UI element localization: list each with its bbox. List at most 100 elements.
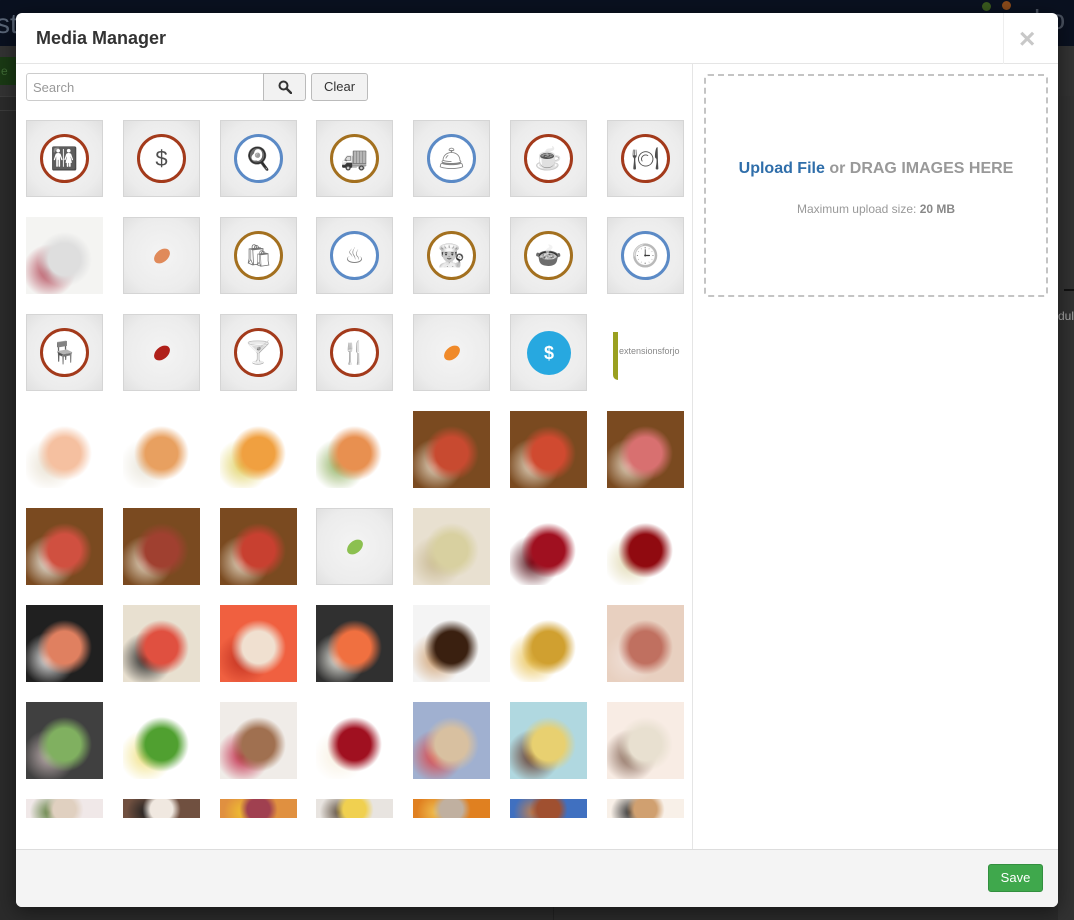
media-item-sushi-roll-photo-1[interactable] [26,411,103,488]
media-item-partial-photo-4[interactable] [316,799,393,818]
icon-glyph: ♨ [344,242,365,268]
media-item-chair-icon[interactable]: 🪑 [26,314,103,391]
icon-glyph: ☕ [534,145,563,171]
media-item-peanut-icon[interactable] [123,217,200,294]
max-upload-size: Maximum upload size: 20 MB [706,202,1046,216]
cocktail-icon: 🍸 [234,328,283,377]
delivery-truck-icon: 🚚 [330,134,379,183]
media-item-partial-photo-2[interactable] [123,799,200,818]
media-item-pizza-photo-2[interactable] [510,411,587,488]
modal-footer: Save [16,849,1058,907]
peanut-icon [124,218,199,293]
media-item-meat-roll-photo[interactable] [607,605,684,682]
search-input[interactable] [26,73,264,101]
chef-hat-icon: 👨‍🍳 [427,231,476,280]
media-item-napoleon-cake-photo[interactable] [413,702,490,779]
media-item-chocolate-cake-photo[interactable] [413,605,490,682]
media-item-pizza-photo-6[interactable] [220,508,297,585]
media-item-pizza-photo-4[interactable] [26,508,103,585]
icon-glyph: 🛎 [437,145,466,171]
media-item-menu-fork-photo[interactable] [26,217,103,294]
media-item-sushi-roll-photo-4[interactable] [316,411,393,488]
media-item-partial-photo-1[interactable] [26,799,103,818]
media-item-raspberry-tart-photo[interactable] [220,702,297,779]
media-item-soup-bowl-icon[interactable]: 🍲 [510,217,587,294]
media-item-sushi-platter-photo-2[interactable] [123,605,200,682]
media-item-delivery-truck-icon[interactable]: 🚚 [316,120,393,197]
media-item-takeaway-bag-icon[interactable]: 🛍 [220,217,297,294]
drag-images-text: or DRAG IMAGES HERE [824,160,1014,177]
icon-glyph: 🚻 [50,145,79,171]
invoice-dollar-icon: $ [527,331,571,375]
payment-icon: $ [137,134,186,183]
media-item-sushi-platter-photo-3[interactable] [220,605,297,682]
media-item-pizza-photo-1[interactable] [413,411,490,488]
background-divider [1064,289,1074,291]
media-item-chef-hat-icon[interactable]: 👨‍🍳 [413,217,490,294]
kitchen-tools-icon: 🍳 [234,134,283,183]
media-item-sushi-platter-photo-4[interactable] [316,605,393,682]
media-item-partial-photo-7[interactable] [607,799,684,818]
icon-glyph: 🕒 [631,242,660,268]
media-item-service-bell-icon[interactable]: 🛎 [413,120,490,197]
icon-glyph: 🍴 [340,339,369,365]
media-item-sushi-roll-photo-3[interactable] [220,411,297,488]
media-item-partial-photo-6[interactable] [510,799,587,818]
media-item-partial-photo-3[interactable] [220,799,297,818]
media-item-food-cloche-icon[interactable]: 🍽 [607,120,684,197]
close-button-wrap: × [1003,13,1058,64]
media-item-coffee-cup-icon[interactable]: ☕ [510,120,587,197]
dropzone-title: Upload File or DRAG IMAGES HERE [706,160,1046,178]
logo-text: extensionsforjo [619,346,680,356]
media-item-white-wine-photo[interactable] [413,508,490,585]
modal-body: Clear 🚻$🍳🚚🛎☕🍽🛍♨👨‍🍳🍲🕒🪑🍸🍴$extensionsforjo … [16,64,1058,849]
media-item-payment-icon[interactable]: $ [123,120,200,197]
media-item-restroom-icon[interactable]: 🚻 [26,120,103,197]
media-item-sushi-platter-photo-1[interactable] [26,605,103,682]
media-item-leaf-icon[interactable] [316,508,393,585]
takeaway-bag-icon: 🛍 [234,231,283,280]
media-item-wine-glasses-photo[interactable] [607,508,684,585]
media-item-hot-dish-icon[interactable]: ♨ [316,217,393,294]
media-item-red-wine-photo[interactable] [510,508,587,585]
save-button[interactable]: Save [988,864,1043,892]
media-item-kitchen-tools-icon[interactable]: 🍳 [220,120,297,197]
modal-title: Media Manager [36,28,167,48]
media-item-extensionsforjoomla-logo[interactable]: extensionsforjo [607,314,684,391]
clock-icon: 🕒 [621,231,670,280]
upload-dropzone[interactable]: Upload File or DRAG IMAGES HERE Maximum … [704,74,1048,297]
media-item-partial-photo-5[interactable] [413,799,490,818]
clear-button[interactable]: Clear [311,73,368,101]
icon-glyph: 👨‍🍳 [437,242,466,268]
media-item-invoice-dollar-icon[interactable]: $ [510,314,587,391]
upload-file-link[interactable]: Upload File [739,160,825,177]
icon-glyph: 🍽 [631,145,660,171]
media-item-cocktail-icon[interactable]: 🍸 [220,314,297,391]
chili-pepper-icon [124,315,199,390]
media-item-octopus-potato-photo[interactable] [510,702,587,779]
media-item-chili-pepper-icon[interactable] [123,314,200,391]
fork-knife-icon: 🍴 [330,328,379,377]
upload-pane: Upload File or DRAG IMAGES HERE Maximum … [694,64,1058,849]
carrot-icon [414,315,489,390]
media-item-cheesecake-photo[interactable] [316,702,393,779]
media-item-pizza-photo-3[interactable] [607,411,684,488]
media-item-clock-icon[interactable]: 🕒 [607,217,684,294]
media-item-goat-cheese-photo[interactable] [607,702,684,779]
food-cloche-icon: 🍽 [621,134,670,183]
icon-glyph: 🚚 [340,145,369,171]
media-item-sushi-roll-photo-2[interactable] [123,411,200,488]
icon-glyph: 🛍 [244,242,273,268]
soup-bowl-icon: 🍲 [524,231,573,280]
background-text: dul [1058,309,1074,323]
media-item-pizza-photo-5[interactable] [123,508,200,585]
media-item-cucumber-rolls-photo[interactable] [26,702,103,779]
close-icon[interactable]: × [1019,25,1035,53]
media-manager-modal: Media Manager × Clear 🚻 $ 🍳 🚚 🛎 ☕ 🍽 🛍 ♨ 👨‍🍳 🍲 🕒 🪑 🍸 🍴 $… [16,13,1058,907]
media-item-carrot-icon[interactable] [413,314,490,391]
restroom-icon: 🚻 [40,134,89,183]
media-item-fork-knife-icon[interactable]: 🍴 [316,314,393,391]
media-item-tortellini-photo[interactable] [510,605,587,682]
media-item-fish-salad-photo[interactable] [123,702,200,779]
search-button[interactable] [263,73,306,101]
